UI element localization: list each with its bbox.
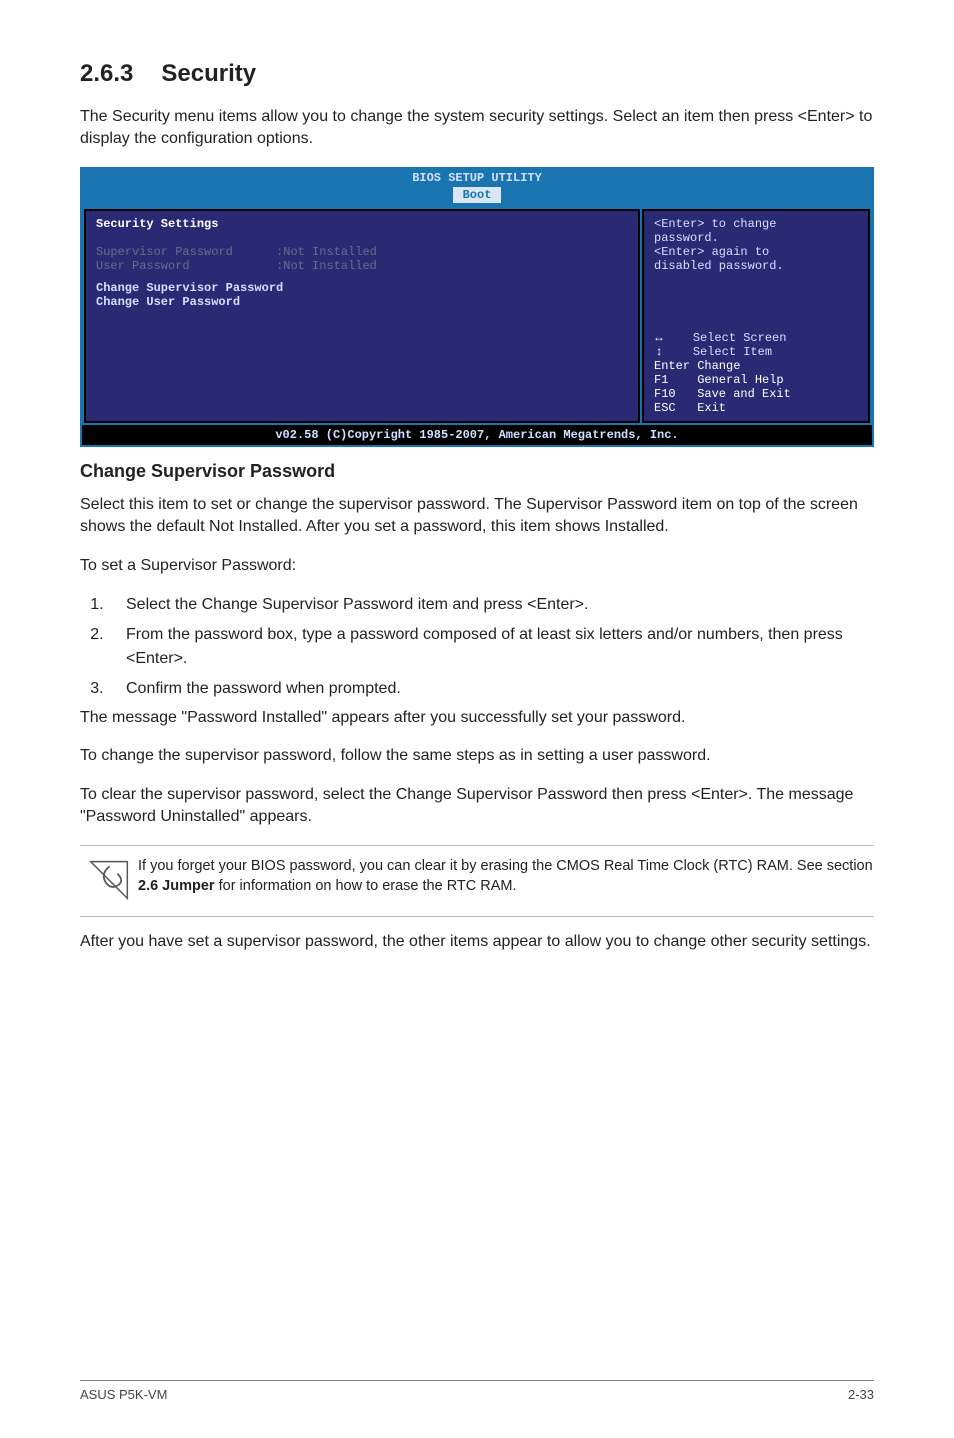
bios-nav-esc: ESC Exit <box>654 401 858 415</box>
bios-supervisor-row: Supervisor Password :Not Installed <box>96 245 628 259</box>
note-post: for information on how to erase the RTC … <box>215 878 517 894</box>
bios-change-user: Change User Password <box>96 295 628 309</box>
para5: To clear the supervisor password, select… <box>80 784 874 829</box>
bios-help-l3: <Enter> again to <box>654 245 858 259</box>
bios-tab-boot: Boot <box>453 187 502 203</box>
para3: The message "Password Installed" appears… <box>80 707 874 729</box>
bios-right-panel: <Enter> to change password. <Enter> agai… <box>642 209 870 423</box>
note-bold: 2.6 Jumper <box>138 878 215 894</box>
footer-right: 2-33 <box>848 1387 874 1402</box>
note-pre: If you forget your BIOS password, you ca… <box>138 858 873 874</box>
step-2: From the password box, type a password c… <box>108 623 874 671</box>
section-number: 2.6.3 <box>80 60 133 88</box>
para1: Select this item to set or change the su… <box>80 494 874 539</box>
bios-help-l1: <Enter> to change <box>654 217 858 231</box>
note-icon <box>80 856 138 902</box>
para6: After you have set a supervisor password… <box>80 931 874 953</box>
footer-left: ASUS P5K-VM <box>80 1387 167 1402</box>
note-block: If you forget your BIOS password, you ca… <box>80 845 874 917</box>
bios-user-row: User Password :Not Installed <box>96 259 628 273</box>
bios-supervisor-value: :Not Installed <box>276 245 377 259</box>
bios-tabbar: Boot <box>82 187 872 207</box>
bios-supervisor-label: Supervisor Password <box>96 245 233 259</box>
bios-title: BIOS SETUP UTILITY <box>82 169 872 187</box>
bios-nav-select-item: ↕ Select Item <box>654 345 858 359</box>
para4: To change the supervisor password, follo… <box>80 745 874 767</box>
bios-nav-f10: F10 Save and Exit <box>654 387 858 401</box>
bios-change-supervisor: Change Supervisor Password <box>96 281 628 295</box>
step-1: Select the Change Supervisor Password it… <box>108 593 874 617</box>
bios-left-panel: Security Settings Supervisor Password :N… <box>84 209 640 423</box>
step-3: Confirm the password when prompted. <box>108 677 874 701</box>
bios-help-l2: password. <box>654 231 858 245</box>
bios-user-value: :Not Installed <box>276 259 377 273</box>
note-text: If you forget your BIOS password, you ca… <box>138 856 874 897</box>
section-title: Security <box>161 60 256 87</box>
page-footer: ASUS P5K-VM 2-33 <box>80 1380 874 1402</box>
bios-copyright: v02.58 (C)Copyright 1985-2007, American … <box>82 425 872 445</box>
section-heading: 2.6.3 Security <box>80 60 874 88</box>
left-right-arrow-icon: ↔ <box>654 331 664 345</box>
bios-nav-select-screen: ↔ Select Screen <box>654 331 858 345</box>
bios-nav-enter: Enter Change <box>654 359 858 373</box>
para2: To set a Supervisor Password: <box>80 555 874 577</box>
paperclip-icon <box>87 858 131 902</box>
steps-list: Select the Change Supervisor Password it… <box>80 593 874 701</box>
up-down-arrow-icon: ↕ <box>654 345 664 359</box>
bios-screenshot: BIOS SETUP UTILITY Boot Security Setting… <box>80 167 874 447</box>
bios-nav-f1: F1 General Help <box>654 373 858 387</box>
bios-security-heading: Security Settings <box>96 217 628 231</box>
bios-user-label: User Password <box>96 259 190 273</box>
intro-paragraph: The Security menu items allow you to cha… <box>80 106 874 151</box>
bios-help-l4: disabled password. <box>654 259 858 273</box>
subheading: Change Supervisor Password <box>80 461 874 482</box>
